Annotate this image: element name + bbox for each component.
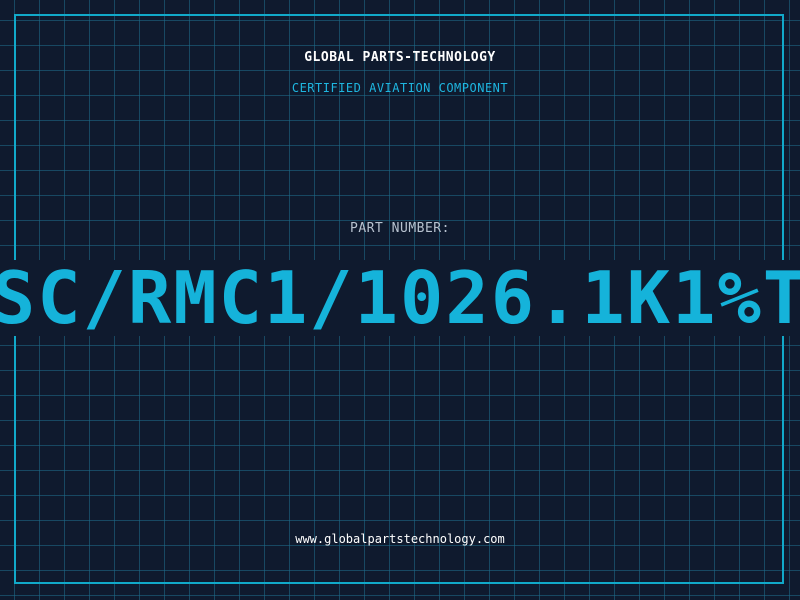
part-number-value: SC/RMC1/1026.1K1%T: [0, 260, 800, 336]
part-number-band: SC/RMC1/1026.1K1%T: [0, 260, 800, 336]
part-number-label: PART NUMBER:: [350, 221, 450, 236]
brand-title: GLOBAL PARTS-TECHNOLOGY: [304, 50, 496, 65]
website-link[interactable]: www.globalpartstechnology.com: [0, 532, 800, 546]
brand-subtitle: CERTIFIED AVIATION COMPONENT: [291, 81, 509, 95]
